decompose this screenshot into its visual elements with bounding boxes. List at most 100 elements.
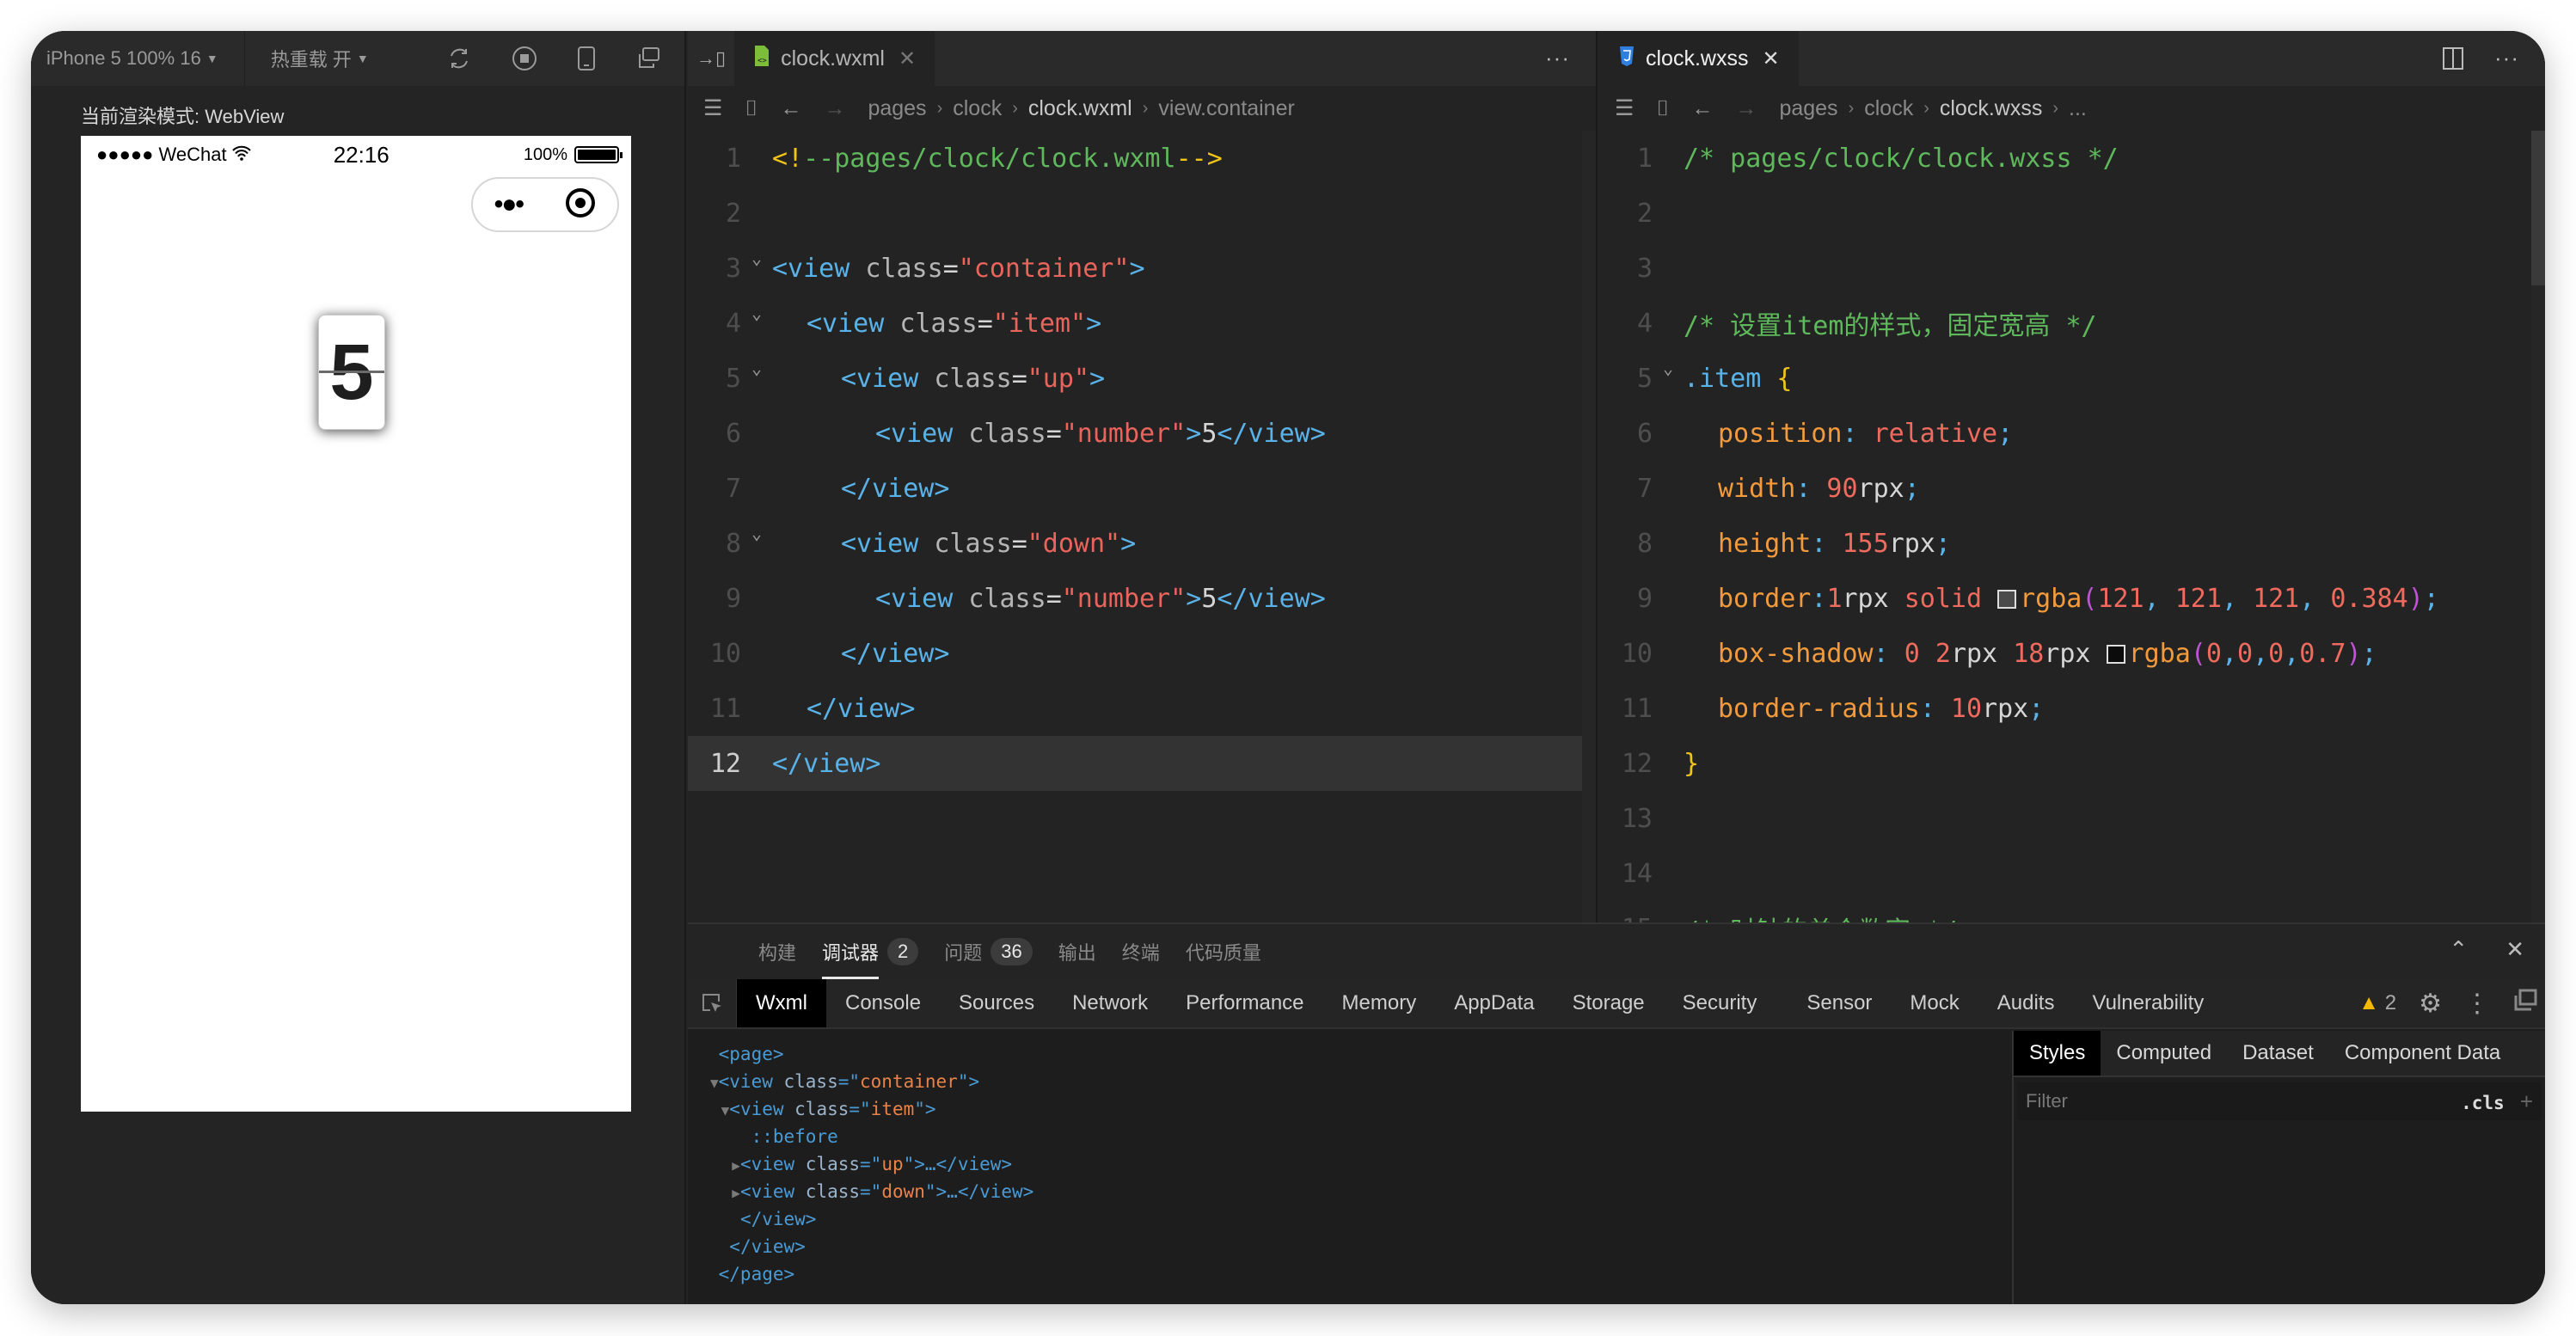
styles-tab-computed[interactable]: Computed <box>2101 1031 2227 1076</box>
code-line[interactable]: 8 height: 155rpx; <box>1599 516 2545 571</box>
tree-node[interactable]: ▶<view class="up">…</view> <box>710 1151 2010 1179</box>
kebab-menu-icon[interactable]: ⋮ <box>2464 989 2490 1019</box>
panel-tab[interactable]: 输出 <box>1058 924 1096 979</box>
tab-clock-wxss[interactable]: clock.wxss ✕ <box>1599 31 1799 86</box>
fold-chevron-icon[interactable]: ⌄ <box>741 523 772 543</box>
outline-icon[interactable]: ☰ <box>703 95 722 121</box>
styles-tab-component-data[interactable]: Component Data <box>2329 1031 2516 1076</box>
settings-gear-icon[interactable]: ⚙ <box>2419 989 2442 1019</box>
breadcrumb-item[interactable]: clock.wxss <box>1940 96 2042 121</box>
panel-tab[interactable]: 调试器 2 <box>822 924 919 979</box>
hot-reload-select[interactable]: 热重载 开 ▼ <box>271 31 395 86</box>
phone-icon[interactable] <box>577 46 596 71</box>
panel-tab[interactable]: 终端 <box>1122 924 1160 979</box>
code-line[interactable]: 3 <box>1599 241 2545 296</box>
code-line[interactable]: 1 /* pages/clock/clock.wxss */ <box>1599 131 2545 186</box>
breadcrumb-item[interactable]: view.container <box>1158 96 1294 121</box>
styles-tab-styles[interactable]: Styles <box>2014 1031 2101 1076</box>
code-line[interactable]: 12 </view> <box>688 736 1596 791</box>
forward-arrow-icon[interactable]: → <box>824 96 845 121</box>
expand-triangle-icon[interactable]: ▶ <box>732 1157 740 1174</box>
code-line[interactable]: 5 ⌄ .item { <box>1599 351 2545 406</box>
code-line[interactable]: 11 border-radius: 10rpx; <box>1599 681 2545 736</box>
devtools-tab-sources[interactable]: Sources <box>940 979 1053 1027</box>
code-line[interactable]: 6 position: relative; <box>1599 406 2545 461</box>
window-icon[interactable] <box>635 46 661 71</box>
undock-icon[interactable] <box>2512 989 2538 1019</box>
expand-triangle-icon[interactable]: ▼ <box>721 1102 730 1118</box>
add-rule-icon[interactable]: + <box>2520 1088 2533 1114</box>
devtools-tab-audits[interactable]: Audits <box>1978 979 2074 1027</box>
scrollbar[interactable] <box>1582 131 1596 922</box>
code-line[interactable]: 9 <view class="number">5</view> <box>688 571 1596 626</box>
devtools-tab-appdata[interactable]: AppData <box>1435 979 1553 1027</box>
phone-screen[interactable]: ●●●●● WeChat 22:16 100% •●• 5 <box>81 136 631 1112</box>
code-line[interactable]: 2 <box>1599 186 2545 241</box>
breadcrumb-item[interactable]: pages <box>1779 96 1837 121</box>
devtools-tab-memory[interactable]: Memory <box>1323 979 1436 1027</box>
filter-input[interactable]: Filter <box>2026 1090 2068 1112</box>
code-line[interactable]: 8 ⌄ <view class="down"> <box>688 516 1596 571</box>
breadcrumb-item[interactable]: pages <box>868 96 926 121</box>
more-icon[interactable]: •●• <box>494 190 524 219</box>
devtools-tab-sensor[interactable]: Sensor <box>1788 979 1891 1027</box>
more-actions-icon[interactable]: ··· <box>2494 45 2519 71</box>
tree-node[interactable]: <page> <box>710 1041 2010 1069</box>
breadcrumb-item[interactable]: clock <box>1864 96 1913 121</box>
breadcrumb-item[interactable]: ... <box>2069 96 2087 121</box>
tree-node[interactable]: </view> <box>710 1206 2010 1234</box>
inspect-element-icon[interactable] <box>688 979 737 1027</box>
back-arrow-icon[interactable]: ← <box>1691 96 1713 121</box>
code-line[interactable]: 7 </view> <box>688 461 1596 516</box>
tree-node[interactable]: </page> <box>710 1261 2010 1289</box>
forward-arrow-icon[interactable]: → <box>1735 96 1757 121</box>
refresh-icon[interactable] <box>446 46 472 71</box>
close-tab-icon[interactable]: ✕ <box>1762 46 1779 71</box>
styles-tab-dataset[interactable]: Dataset <box>2227 1031 2329 1076</box>
color-swatch[interactable] <box>1997 589 2017 609</box>
code-area[interactable]: 1 <!--pages/clock/clock.wxml--> 2 3 ⌄ <view c… <box>688 131 1596 791</box>
devtools-tab-vulnerability[interactable]: Vulnerability <box>2073 979 2223 1027</box>
devtools-tab-performance[interactable]: Performance <box>1167 979 1322 1027</box>
breadcrumb-item[interactable]: clock.wxml <box>1028 96 1132 121</box>
wxml-tree[interactable]: <page> ▼<view class="container"> ▼<view c… <box>688 1031 2010 1304</box>
maximize-panel-icon[interactable]: ⌃ <box>2449 936 2468 963</box>
code-line[interactable]: 2 <box>688 186 1596 241</box>
devtools-tab-network[interactable]: Network <box>1053 979 1167 1027</box>
devtools-tab-console[interactable]: Console <box>826 979 940 1027</box>
devtools-tab-mock[interactable]: Mock <box>1891 979 1978 1027</box>
scrollbar-thumb[interactable] <box>2531 131 2545 285</box>
fold-chevron-icon[interactable]: ⌄ <box>1653 358 1684 378</box>
fold-chevron-icon[interactable]: ⌄ <box>741 303 772 323</box>
fold-chevron-icon[interactable]: ⌄ <box>741 248 772 268</box>
fold-chevron-icon[interactable]: ⌄ <box>741 358 772 378</box>
code-area[interactable]: 1 /* pages/clock/clock.wxss */ 2 3 4 /* 设置ite… <box>1599 131 2545 956</box>
tree-node[interactable]: ▶<view class="down">…</view> <box>710 1179 2010 1206</box>
more-actions-icon[interactable]: ··· <box>1545 45 1570 71</box>
code-line[interactable]: 10 box-shadow: 0 2rpx 18rpx rgba(0,0,0,0.… <box>1599 626 2545 681</box>
code-line[interactable]: 4 /* 设置item的样式，固定宽高 */ <box>1599 296 2545 351</box>
close-tab-icon[interactable]: ✕ <box>899 46 916 71</box>
code-line[interactable]: 4 ⌄ <view class="item"> <box>688 296 1596 351</box>
styles-filter[interactable]: Filter .cls + <box>2017 1082 2542 1120</box>
close-panel-icon[interactable]: ✕ <box>2505 936 2524 963</box>
toggle-sidebar-icon[interactable]: →▯ <box>688 47 734 70</box>
cls-toggle[interactable]: .cls <box>2461 1093 2505 1113</box>
tab-clock-wxml[interactable]: <> clock.wxml ✕ <box>734 31 935 86</box>
back-arrow-icon[interactable]: ← <box>780 96 801 121</box>
expand-triangle-icon[interactable]: ▼ <box>710 1075 719 1091</box>
warning-count[interactable]: ▲ 2 <box>2358 991 2396 1015</box>
tree-node[interactable]: ::before <box>710 1124 2010 1151</box>
code-line[interactable]: 6 <view class="number">5</view> <box>688 406 1596 461</box>
devtools-tab-wxml[interactable]: Wxml <box>737 979 826 1027</box>
breadcrumb-item[interactable]: clock <box>953 96 1002 121</box>
code-line[interactable]: 10 </view> <box>688 626 1596 681</box>
bookmark-icon[interactable]: ⌷ <box>1656 96 1669 121</box>
code-line[interactable]: 14 <box>1599 846 2545 901</box>
devtools-tab-security[interactable]: Security <box>1664 979 1776 1027</box>
bookmark-icon[interactable]: ⌷ <box>745 96 757 121</box>
panel-tab[interactable]: 构建 <box>758 924 796 979</box>
device-select[interactable]: iPhone 5 100% 16 ▼ <box>46 31 245 86</box>
code-line[interactable]: 12} <box>1599 736 2545 791</box>
code-line[interactable]: 1 <!--pages/clock/clock.wxml--> <box>688 131 1596 186</box>
